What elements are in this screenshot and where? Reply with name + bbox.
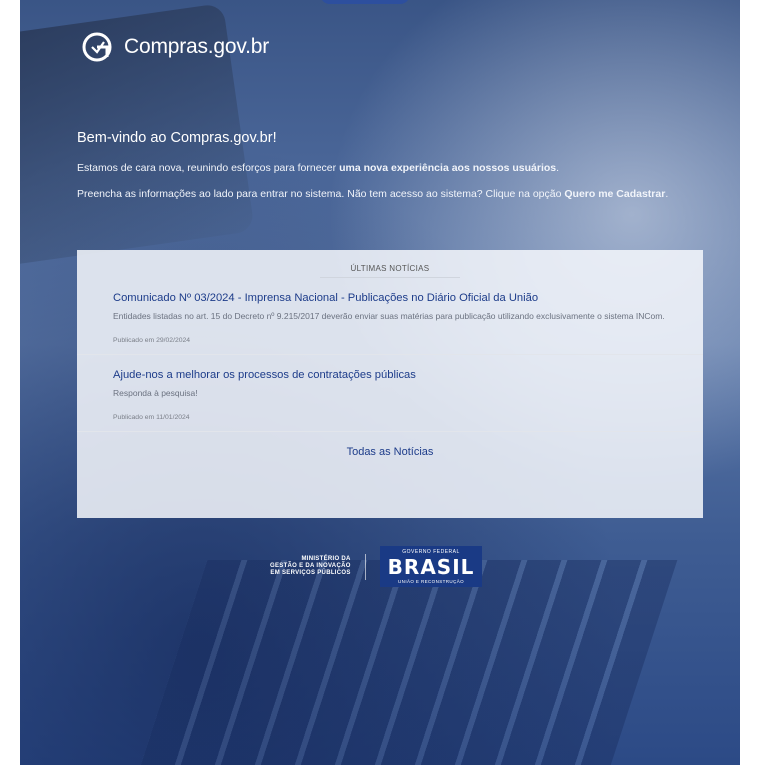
news-date: Publicado em 29/02/2024 <box>113 337 191 344</box>
divider <box>77 431 703 432</box>
welcome-text-1-plain: Estamos de cara nova, reunindo esforços … <box>77 162 340 174</box>
brand-logo[interactable]: Compras.gov.br <box>80 30 269 64</box>
news-panel-title: ÚLTIMAS NOTÍCIAS <box>77 250 703 278</box>
divider <box>77 354 703 355</box>
ministry-logo: MINISTÉRIO DA GESTÃO E DA INOVAÇÃO EM SE… <box>270 556 351 577</box>
ministry-line-3: EM SERVIÇOS PÚBLICOS <box>270 570 351 576</box>
news-item: Ajude-nos a melhorar os processos de con… <box>77 369 703 431</box>
welcome-text-2-end: . <box>665 188 669 200</box>
logo-divider <box>364 553 366 580</box>
ministry-line-1: MINISTÉRIO DA <box>301 556 351 562</box>
brasil-logo: GOVERNO FEDERAL BRASIL UNIÃO E RECONSTRU… <box>379 546 483 587</box>
news-headline-link[interactable]: Comunicado Nº 03/2024 - Imprensa Naciona… <box>113 292 673 304</box>
ministry-line-2: GESTÃO E DA INOVAÇÃO <box>270 563 351 569</box>
welcome-text-1-end: . <box>556 162 560 174</box>
welcome-text-1-bold: uma nova experiência aos nossos usuários <box>339 162 557 174</box>
news-item: Comunicado Nº 03/2024 - Imprensa Naciona… <box>77 292 703 354</box>
brasil-word: BRASIL <box>387 555 475 579</box>
all-news-link[interactable]: Todas as Notícias <box>77 446 703 458</box>
brand-name: Compras.gov.br <box>124 35 270 58</box>
top-decoration <box>320 0 410 4</box>
welcome-text-2: Preencha as informações ao lado para ent… <box>77 186 717 202</box>
government-logos: MINISTÉRIO DA GESTÃO E DA INOVAÇÃO EM SE… <box>270 546 483 587</box>
brasil-subtitle: UNIÃO E RECONSTRUÇÃO <box>398 579 465 584</box>
welcome-text-2-plain: Preencha as informações ao lado para ent… <box>77 188 565 200</box>
register-link[interactable]: Quero me Cadastrar <box>564 188 665 200</box>
news-headline-link[interactable]: Ajude-nos a melhorar os processos de con… <box>113 369 673 381</box>
compras-logo-icon <box>82 32 112 62</box>
welcome-heading: Bem-vindo ao Compras.gov.br! <box>77 130 277 146</box>
background-photo: Compras.gov.br Bem-vindo ao Compras.gov.… <box>20 0 740 765</box>
news-date: Publicado em 11/01/2024 <box>113 414 190 421</box>
news-summary: Entidades listadas no art. 15 do Decreto… <box>113 311 665 321</box>
news-panel: ÚLTIMAS NOTÍCIAS Comunicado Nº 03/2024 -… <box>77 250 703 518</box>
news-summary: Responda à pesquisa! <box>113 388 198 398</box>
welcome-text-1: Estamos de cara nova, reunindo esforços … <box>77 160 717 176</box>
welcome-section: Bem-vindo ao Compras.gov.br! Estamos de … <box>77 130 717 212</box>
